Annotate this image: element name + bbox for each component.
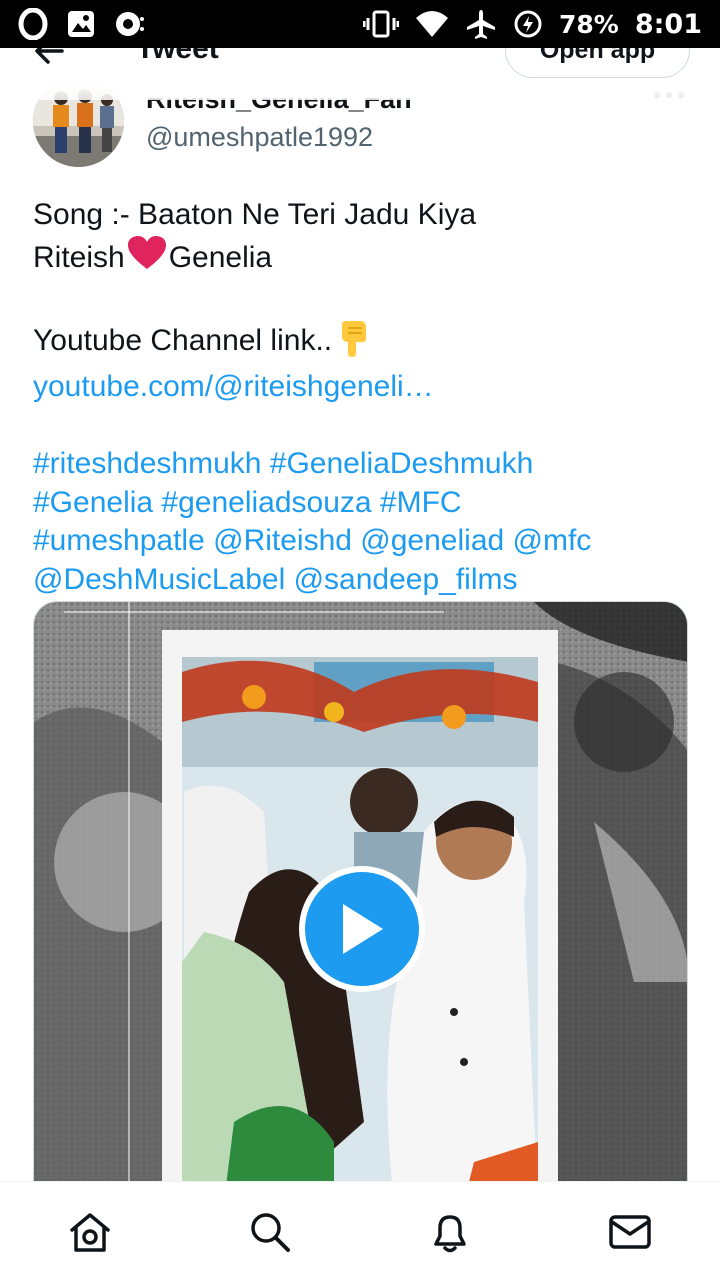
open-app-button[interactable]: Open app xyxy=(505,48,690,78)
play-icon xyxy=(305,872,419,986)
vibrate-icon xyxy=(362,9,399,39)
pointing-down-icon xyxy=(336,320,370,369)
media-icon xyxy=(114,9,146,39)
hashtags-line-1[interactable]: #riteshdeshmukh #GeneliaDeshmukh xyxy=(33,445,693,484)
page-title: Tweet xyxy=(136,48,219,65)
battery-saver-icon xyxy=(513,9,543,39)
hashtags-line-2[interactable]: #Genelia #geneliadsouza #MFC xyxy=(33,484,693,523)
channel-line: Youtube Channel link.. xyxy=(33,320,693,369)
play-button[interactable] xyxy=(299,866,425,992)
image-icon xyxy=(66,9,96,39)
back-arrow-icon[interactable] xyxy=(32,48,66,73)
wifi-icon xyxy=(415,10,449,38)
clock: 8:01 xyxy=(634,8,702,40)
messages-icon[interactable] xyxy=(608,1210,652,1254)
opera-icon xyxy=(18,8,48,40)
heart-icon xyxy=(126,235,168,282)
bottom-navigation xyxy=(0,1181,720,1280)
couple-name-genelia: Genelia xyxy=(168,240,273,274)
top-app-bar: Tweet Open app xyxy=(0,48,720,100)
tweet-text: Song :- Baaton Ne Teri Jadu Kiya Riteish… xyxy=(33,196,693,599)
home-icon[interactable] xyxy=(68,1210,112,1254)
channel-label: Youtube Channel link.. xyxy=(33,323,333,357)
mentions-line-2[interactable]: @DeshMusicLabel @sandeep_films xyxy=(33,561,693,600)
mentions-line-1[interactable]: #umeshpatle @Riteishd @geneliad @mfc xyxy=(33,522,693,561)
airplane-icon xyxy=(465,8,497,40)
couple-line: Riteish Genelia xyxy=(33,235,693,282)
song-line: Song :- Baaton Ne Teri Jadu Kiya xyxy=(33,198,477,231)
couple-name-riteish: Riteish xyxy=(33,240,125,274)
status-bar: 78% 8:01 xyxy=(0,0,720,48)
youtube-link[interactable]: youtube.com/@riteishgeneli… xyxy=(33,368,693,407)
battery-percentage: 78% xyxy=(558,9,619,39)
author-handle[interactable]: @umeshpatle1992 xyxy=(146,122,373,153)
search-icon[interactable] xyxy=(248,1210,292,1254)
notifications-icon[interactable] xyxy=(428,1210,472,1254)
